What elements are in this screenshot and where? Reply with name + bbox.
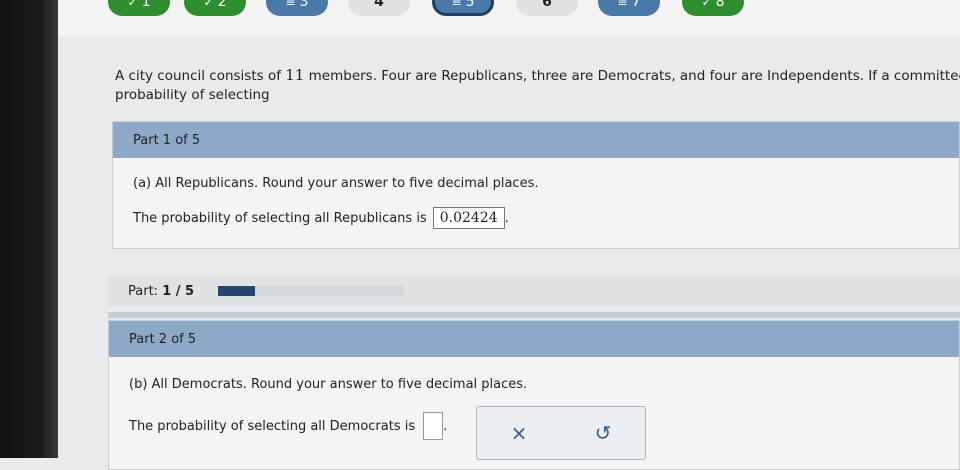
- nav-question-5[interactable]: ≡ 5: [432, 0, 494, 16]
- nav-question-number: 5: [465, 0, 475, 10]
- part-1-answer-label: The probability of selecting all Republi…: [133, 210, 427, 226]
- progress-bar-fill: [218, 286, 256, 296]
- partial-icon: ≡: [285, 0, 296, 9]
- nav-question-7[interactable]: ≡ 7: [598, 0, 660, 16]
- part-2-answer-field[interactable]: [423, 412, 444, 440]
- partial-icon: ≡: [451, 0, 462, 9]
- nav-question-number: 1: [141, 0, 151, 10]
- progress-label: Part: 1 / 5: [128, 283, 195, 299]
- nav-question-number: 6: [542, 0, 552, 10]
- part-2-header: Part 2 of 5: [109, 321, 959, 357]
- nav-question-number: 3: [299, 0, 309, 10]
- answer-tools: × ↺: [476, 406, 646, 460]
- part-2-prompt: (b) All Democrats. Round your answer to …: [129, 377, 528, 392]
- undo-button[interactable]: ↺: [583, 417, 623, 449]
- check-icon: ✓: [203, 0, 214, 9]
- nav-question-6[interactable]: 6: [516, 0, 578, 16]
- nav-question-2[interactable]: ✓ 2: [184, 0, 246, 16]
- close-icon: ×: [510, 421, 528, 445]
- part-1-prompt: (a) All Republicans. Round your answer t…: [133, 176, 539, 191]
- nav-question-3[interactable]: ≡ 3: [266, 0, 328, 16]
- part-1-answer-row: The probability of selecting all Republi…: [133, 207, 959, 229]
- question-line-2: probability of selecting: [115, 87, 270, 103]
- period: .: [504, 210, 509, 226]
- part-1-answer-field[interactable]: 0.02424: [432, 207, 505, 229]
- part-1-header: Part 1 of 5: [113, 122, 959, 158]
- undo-icon: ↺: [594, 421, 612, 445]
- part-1-card: Part 1 of 5 (a) All Republicans. Round y…: [112, 121, 960, 249]
- part-2-answer-label: The probability of selecting all Democra…: [129, 418, 416, 434]
- question-line-1: A city council consists of 11 members. F…: [115, 66, 960, 86]
- question-text: A city council consists of 11 members. F…: [115, 66, 960, 105]
- part-progress: Part: 1 / 5: [108, 276, 960, 306]
- question-text-part: members. Four are Republicans, three are…: [304, 68, 960, 84]
- screen-bezel: [0, 0, 58, 458]
- nav-question-8[interactable]: ✓ 8: [682, 0, 744, 16]
- clear-button[interactable]: ×: [499, 417, 539, 449]
- divider: [108, 312, 960, 318]
- progress-value: 1 / 5: [162, 283, 195, 299]
- nav-question-1[interactable]: ✓ 1: [108, 0, 170, 16]
- check-icon: ✓: [127, 0, 138, 9]
- nav-question-number: 2: [217, 0, 227, 10]
- nav-question-number: 8: [715, 0, 725, 10]
- question-nav: ✓ 1 ✓ 2 ≡ 3 4 ≡ 5 6 ≡ 7 ✓ 8: [58, 0, 960, 36]
- progress-bar: [218, 286, 404, 296]
- question-text-part: A city council consists of: [115, 68, 286, 84]
- member-count: 11: [285, 66, 305, 84]
- partial-icon: ≡: [617, 0, 628, 9]
- period: .: [443, 418, 448, 434]
- nav-question-4[interactable]: 4: [348, 0, 410, 16]
- nav-question-number: 7: [631, 0, 641, 10]
- nav-question-number: 4: [374, 0, 384, 10]
- check-icon: ✓: [701, 0, 712, 9]
